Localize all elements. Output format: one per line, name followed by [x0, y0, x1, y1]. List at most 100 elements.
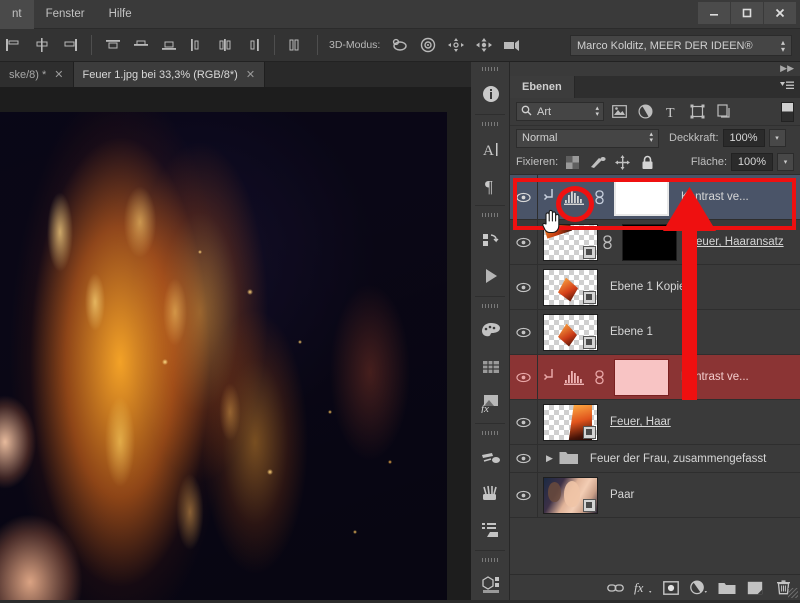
- 3d-panel-icon[interactable]: [471, 567, 510, 603]
- dock-grab-handle-6[interactable]: [471, 553, 509, 567]
- group-expand-arrow[interactable]: ▶: [546, 453, 553, 464]
- layer-row[interactable]: Ebene 1: [510, 310, 800, 355]
- layer-thumbnail[interactable]: [543, 313, 598, 351]
- character-icon[interactable]: A: [471, 131, 510, 167]
- distribute-right-icon[interactable]: [240, 33, 266, 57]
- dock-grab-handle[interactable]: [471, 62, 509, 76]
- filter-type-icon[interactable]: T: [660, 102, 682, 122]
- actions-play-icon[interactable]: [471, 258, 510, 294]
- expand-panels-icon[interactable]: ▶▶: [780, 63, 794, 74]
- layer-row[interactable]: Paar: [510, 473, 800, 518]
- slide-3d-icon[interactable]: [471, 33, 497, 57]
- document-tab-maske[interactable]: ske/8) * ✕: [0, 62, 74, 87]
- layer-name[interactable]: Paar: [610, 489, 634, 501]
- scale-3d-camera-icon[interactable]: [499, 33, 525, 57]
- styles-fx-icon[interactable]: fx: [471, 385, 510, 421]
- dock-grab-handle-2[interactable]: [471, 117, 509, 131]
- lock-image-icon[interactable]: [587, 153, 608, 171]
- filter-shape-icon[interactable]: [686, 102, 708, 122]
- layer-name[interactable]: Ebene 1 Kopie: [610, 281, 685, 293]
- paragraph-icon[interactable]: ¶: [471, 167, 510, 203]
- align-left-edges-icon[interactable]: [1, 33, 27, 57]
- canvas-area[interactable]: [0, 87, 471, 600]
- lock-all-icon[interactable]: [637, 153, 658, 171]
- color-swatches-icon[interactable]: [471, 313, 510, 349]
- mask-link-icon[interactable]: [590, 369, 608, 385]
- layer-visibility-toggle[interactable]: [510, 355, 538, 399]
- layer-visibility-toggle[interactable]: [510, 445, 538, 472]
- layer-visibility-toggle[interactable]: [510, 265, 538, 309]
- history-icon[interactable]: [471, 222, 510, 258]
- layer-row[interactable]: Ebene 1 Kopie: [510, 265, 800, 310]
- layer-visibility-toggle[interactable]: [510, 310, 538, 354]
- roll-3d-icon[interactable]: [415, 33, 441, 57]
- user-account-select[interactable]: Marco Kolditz, MEER DER IDEEN® ▴ ▾: [570, 35, 792, 56]
- drag-3d-icon[interactable]: [443, 33, 469, 57]
- fill-dropdown-arrow[interactable]: ▾: [777, 153, 794, 171]
- levels-adjustment-icon[interactable]: [560, 189, 590, 206]
- layer-thumbnail[interactable]: [543, 223, 598, 261]
- close-icon[interactable]: ✕: [246, 68, 255, 81]
- brush-preset-icon[interactable]: [471, 440, 510, 476]
- align-bottom-edges-icon[interactable]: [156, 33, 182, 57]
- distribute-spacing-icon[interactable]: [283, 33, 309, 57]
- opacity-value[interactable]: 100%: [722, 129, 765, 147]
- layer-thumbnail[interactable]: [543, 476, 598, 514]
- align-vertical-centers-icon[interactable]: [128, 33, 154, 57]
- filter-smartobject-icon[interactable]: [712, 102, 734, 122]
- info-icon[interactable]: [471, 76, 510, 112]
- filter-kind-stepper[interactable]: ▴ ▾: [595, 105, 599, 118]
- layer-row[interactable]: ▶ Feuer der Frau, zusammengefasst: [510, 445, 800, 473]
- layer-row[interactable]: Feuer, Haar: [510, 400, 800, 445]
- dock-grab-handle-3[interactable]: [471, 208, 509, 222]
- layer-list[interactable]: Kontrast ve... Feuer, Haaransatz Ebene 1…: [510, 174, 800, 574]
- layer-name[interactable]: Feuer, Haaransatz: [689, 236, 784, 248]
- dock-grab-handle-5[interactable]: [471, 426, 509, 440]
- layer-name[interactable]: Kontrast ve...: [681, 191, 749, 203]
- layer-mask-thumbnail[interactable]: [614, 178, 669, 216]
- filter-adjustment-icon[interactable]: [634, 102, 656, 122]
- new-group-icon[interactable]: [714, 577, 740, 599]
- layer-name[interactable]: Kontrast ve...: [681, 371, 749, 383]
- new-adjustment-layer-icon[interactable]: [686, 577, 712, 599]
- menu-item-fenster[interactable]: Fenster: [34, 0, 97, 29]
- brush-tips-icon[interactable]: [471, 476, 510, 512]
- layer-thumbnail[interactable]: [543, 403, 598, 441]
- filter-enable-toggle[interactable]: [781, 101, 794, 122]
- blend-mode-stepper[interactable]: ▴ ▾: [649, 131, 653, 144]
- panel-resize-grip[interactable]: [788, 588, 798, 598]
- layer-name[interactable]: Feuer der Frau, zusammengefasst: [590, 453, 766, 465]
- dock-grab-handle-4[interactable]: [471, 299, 509, 313]
- levels-adjustment-icon[interactable]: [560, 369, 590, 386]
- layer-visibility-toggle[interactable]: [510, 400, 538, 444]
- layer-mask-thumbnail[interactable]: [622, 223, 677, 261]
- align-horizontal-centers-icon[interactable]: [29, 33, 55, 57]
- layer-mask-thumbnail[interactable]: [614, 358, 669, 396]
- tab-ebenen[interactable]: Ebenen: [510, 76, 575, 98]
- rotate-3d-icon[interactable]: [387, 33, 413, 57]
- layer-name[interactable]: Feuer, Haar: [610, 416, 671, 428]
- layer-thumbnail[interactable]: [543, 268, 598, 306]
- layer-name[interactable]: Ebene 1: [610, 326, 653, 338]
- link-layers-icon[interactable]: [602, 577, 628, 599]
- close-button[interactable]: [764, 2, 796, 24]
- distribute-left-icon[interactable]: [184, 33, 210, 57]
- layer-fx-icon[interactable]: fx: [630, 577, 656, 599]
- menu-item-hilfe[interactable]: Hilfe: [97, 0, 144, 29]
- layer-visibility-toggle[interactable]: [510, 473, 538, 517]
- mask-link-icon[interactable]: [590, 189, 608, 205]
- panel-menu-icon[interactable]: [780, 81, 794, 92]
- close-icon[interactable]: ✕: [54, 68, 63, 81]
- maximize-button[interactable]: [731, 2, 763, 24]
- layer-visibility-toggle[interactable]: [510, 220, 538, 264]
- minimize-button[interactable]: [698, 2, 730, 24]
- new-layer-icon[interactable]: [742, 577, 768, 599]
- add-layer-mask-icon[interactable]: [658, 577, 684, 599]
- tool-presets-icon[interactable]: [471, 512, 510, 548]
- opacity-dropdown-arrow[interactable]: ▾: [768, 129, 786, 147]
- blend-mode-select[interactable]: Normal ▴ ▾: [516, 128, 659, 148]
- mask-link-icon[interactable]: [598, 234, 616, 250]
- swatches-grid-icon[interactable]: [471, 349, 510, 385]
- distribute-center-icon[interactable]: [212, 33, 238, 57]
- filter-kind-select[interactable]: Art ▴ ▾: [516, 102, 604, 121]
